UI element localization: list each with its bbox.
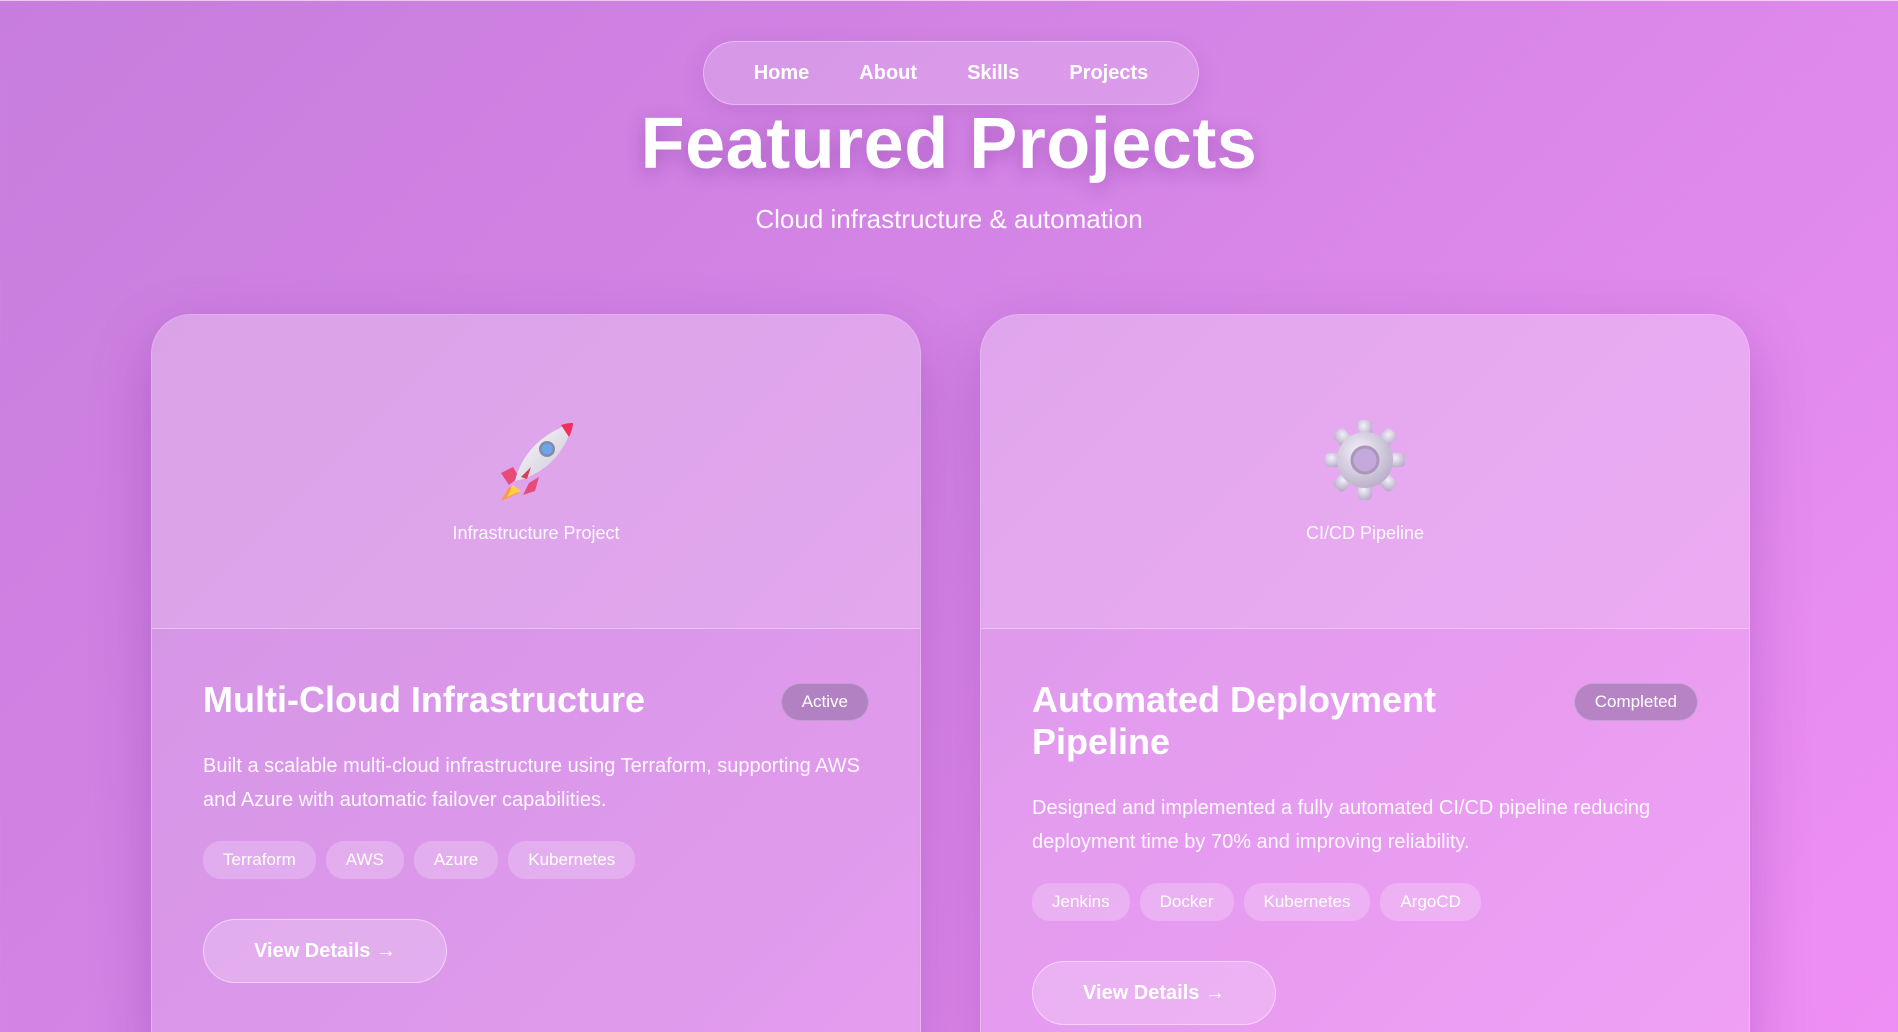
card-body: Multi-Cloud Infrastructure Active Built …: [152, 629, 920, 983]
tech-tag: ArgoCD: [1380, 883, 1481, 921]
rocket-icon: [501, 423, 573, 501]
project-card-multi-cloud: Infrastructure Project Multi-Cloud Infra…: [151, 314, 921, 1032]
nav-skills-link[interactable]: Skills: [967, 62, 1019, 85]
project-description: Designed and implemented a fully automat…: [1032, 797, 1651, 853]
top-border: [0, 0, 1898, 1]
tech-tag: Kubernetes: [508, 841, 636, 879]
tech-tag: Jenkins: [1032, 883, 1130, 921]
project-title: Automated Deployment Pipeline: [1032, 679, 1437, 762]
tech-tag: Azure: [413, 841, 499, 879]
title-row: Automated Deployment Pipeline Completed: [1032, 679, 1698, 763]
project-title: Multi-Cloud Infrastructure: [203, 679, 645, 720]
tech-tag: Terraform: [203, 841, 316, 879]
title-row: Multi-Cloud Infrastructure Active: [203, 679, 869, 721]
project-caption: CI/CD Pipeline: [1305, 523, 1425, 543]
nav-projects-link[interactable]: Projects: [1069, 62, 1148, 85]
tech-tags: Terraform AWS Azure Kubernetes: [203, 841, 869, 879]
tech-tag: Kubernetes: [1243, 883, 1371, 921]
page-subtitle: Cloud infrastructure & automation: [755, 204, 1143, 234]
tech-tag: Docker: [1139, 883, 1234, 921]
status-badge: Active: [780, 683, 869, 721]
project-description: Built a scalable multi-cloud infrastruct…: [203, 755, 860, 811]
tech-tags: Jenkins Docker Kubernetes ArgoCD: [1032, 883, 1698, 921]
tech-tag: AWS: [325, 841, 404, 879]
view-details-button[interactable]: View Details →: [203, 919, 447, 983]
project-caption: Infrastructure Project: [452, 523, 620, 543]
page-title: Featured Projects: [640, 104, 1258, 184]
nav-home-link[interactable]: Home: [754, 62, 810, 85]
nav-about-link[interactable]: About: [859, 62, 917, 85]
main-nav: Home About Skills Projects: [703, 41, 1199, 105]
card-hero: Infrastructure Project: [152, 315, 920, 629]
project-card-deployment-pipeline: CI/CD Pipeline Automated Deployment Pipe…: [980, 314, 1750, 1032]
gear-icon: [1325, 420, 1405, 500]
view-details-button[interactable]: View Details →: [1032, 961, 1276, 1025]
card-body: Automated Deployment Pipeline Completed …: [981, 629, 1749, 1025]
status-badge: Completed: [1573, 683, 1698, 721]
card-hero: CI/CD Pipeline: [981, 315, 1749, 629]
